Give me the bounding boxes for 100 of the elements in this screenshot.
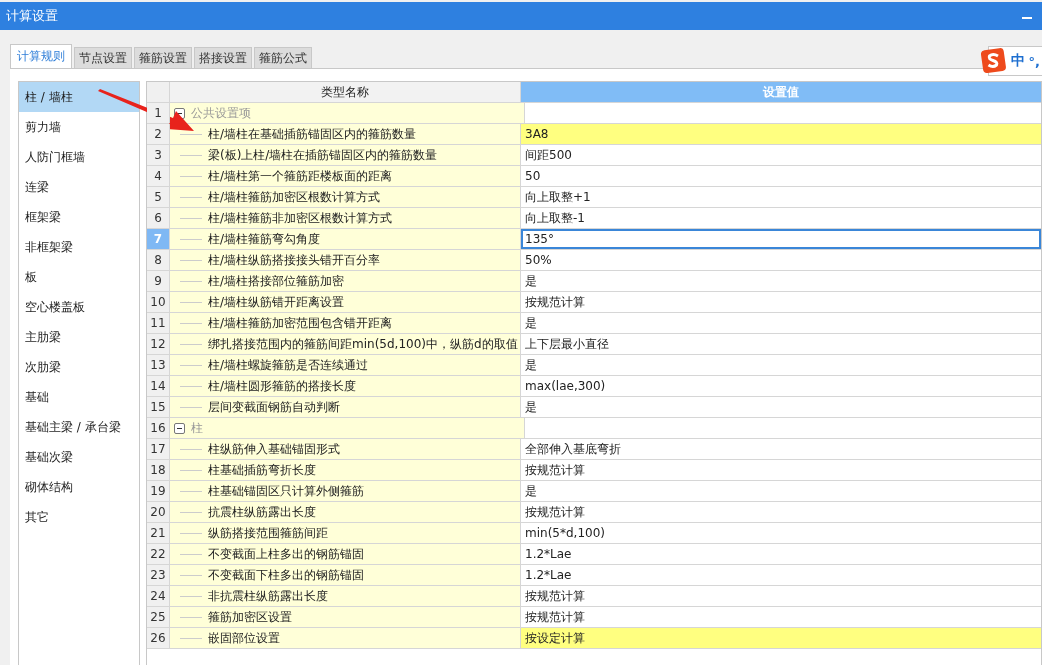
setting-name: 柱/墙柱第一个箍筋距楼板面的距离 — [208, 167, 393, 185]
value-cell[interactable]: 是 — [521, 313, 1041, 333]
sidebar-item[interactable]: 其它 — [19, 502, 139, 532]
value-cell[interactable]: 3A8 — [521, 124, 1041, 144]
value-cell[interactable]: 按规范计算 — [521, 607, 1041, 627]
setting-name: 柱/墙柱箍筋加密区根数计算方式 — [208, 188, 381, 206]
value-cell[interactable]: 按规范计算 — [521, 502, 1041, 522]
row-number: 11 — [147, 313, 170, 333]
sidebar-item[interactable]: 非框架梁 — [19, 232, 139, 262]
setting-name: 非抗震柱纵筋露出长度 — [208, 587, 328, 605]
sidebar-item[interactable]: 柱 / 墙柱 — [19, 82, 139, 112]
row-number: 25 — [147, 607, 170, 627]
row-number: 17 — [147, 439, 170, 459]
setting-name: 柱基础锚固区只计算外侧箍筋 — [208, 482, 364, 500]
value-cell[interactable]: max(lae,300) — [521, 376, 1041, 396]
sidebar-item[interactable]: 基础主梁 / 承台梁 — [19, 412, 139, 442]
value-cell[interactable]: 是 — [521, 481, 1041, 501]
sidebar-item[interactable]: 框架梁 — [19, 202, 139, 232]
row-number: 4 — [147, 166, 170, 186]
setting-name: 柱基础插筋弯折长度 — [208, 461, 316, 479]
row-number: 6 — [147, 208, 170, 228]
sidebar-item[interactable]: 连梁 — [19, 172, 139, 202]
row-number: 16 — [147, 418, 170, 438]
setting-name: 柱/墙柱在基础插筋锚固区内的箍筋数量 — [208, 125, 417, 143]
row-number: 19 — [147, 481, 170, 501]
row-number: 15 — [147, 397, 170, 417]
value-cell[interactable]: 按规范计算 — [521, 460, 1041, 480]
sidebar-item[interactable]: 主肋梁 — [19, 322, 139, 352]
setting-name: 梁(板)上柱/墙柱在插筋锚固区内的箍筋数量 — [208, 146, 438, 164]
setting-name: 柱/墙柱箍筋加密范围包含错开距离 — [208, 314, 393, 332]
row-number: 1 — [147, 103, 170, 123]
row-number: 18 — [147, 460, 170, 480]
row-number: 23 — [147, 565, 170, 585]
sidebar-item[interactable]: 基础次梁 — [19, 442, 139, 472]
value-cell[interactable]: 向上取整-1 — [521, 208, 1041, 228]
tab[interactable]: 箍筋设置 — [134, 47, 192, 68]
value-cell[interactable]: 50 — [521, 166, 1041, 186]
tab[interactable]: 箍筋公式 — [254, 47, 312, 68]
window-title: 计算设置 — [6, 7, 58, 25]
sidebar-item[interactable]: 空心楼盖板 — [19, 292, 139, 322]
setting-name: 柱/墙柱搭接部位箍筋加密 — [208, 272, 345, 290]
value-cell[interactable]: 按设定计算 — [521, 628, 1041, 648]
row-number: 2 — [147, 124, 170, 144]
value-cell[interactable]: 按规范计算 — [521, 292, 1041, 312]
setting-name: 柱纵筋伸入基础锚固形式 — [208, 440, 340, 458]
row-number: 24 — [147, 586, 170, 606]
tab[interactable]: 搭接设置 — [194, 47, 252, 68]
row-number: 13 — [147, 355, 170, 375]
row-number: 12 — [147, 334, 170, 354]
row-number: 22 — [147, 544, 170, 564]
row-number: 26 — [147, 628, 170, 648]
setting-name: 纵筋搭接范围箍筋间距 — [208, 524, 328, 542]
sidebar-item[interactable]: 人防门框墙 — [19, 142, 139, 172]
collapse-icon[interactable] — [174, 422, 185, 434]
value-cell[interactable]: 50% — [521, 250, 1041, 270]
value-cell[interactable]: 135° — [521, 229, 1041, 249]
value-cell[interactable]: 是 — [521, 397, 1041, 417]
sidebar-item[interactable]: 剪力墙 — [19, 112, 139, 142]
group-name: 柱 — [191, 419, 203, 437]
row-number: 20 — [147, 502, 170, 522]
ime-mode[interactable]: 中 — [1010, 52, 1025, 70]
setting-name: 柱/墙柱纵筋搭接接头错开百分率 — [208, 251, 381, 269]
group-name: 公共设置项 — [191, 104, 251, 122]
value-cell[interactable]: 按规范计算 — [521, 586, 1041, 606]
row-number: 5 — [147, 187, 170, 207]
value-cell[interactable]: min(5*d,100) — [521, 523, 1041, 543]
row-number: 14 — [147, 376, 170, 396]
sidebar-item[interactable]: 次肋梁 — [19, 352, 139, 382]
sidebar-item[interactable]: 板 — [19, 262, 139, 292]
setting-name: 柱/墙柱螺旋箍筋是否连续通过 — [208, 356, 369, 374]
row-number: 7 — [147, 229, 170, 249]
ime-punctuation[interactable]: °, — [1028, 53, 1040, 69]
tab[interactable]: 计算规则 — [10, 44, 72, 68]
value-cell[interactable]: 向上取整+1 — [521, 187, 1041, 207]
value-cell[interactable]: 1.2*Lae — [521, 544, 1041, 564]
row-number: 21 — [147, 523, 170, 543]
setting-name: 箍筋加密区设置 — [208, 608, 292, 626]
row-number: 3 — [147, 145, 170, 165]
column-header: 类型名称 — [170, 82, 521, 102]
setting-name: 柱/墙柱箍筋弯勾角度 — [208, 230, 321, 248]
value-cell[interactable]: 全部伸入基底弯折 — [521, 439, 1041, 459]
value-cell[interactable]: 上下层最小直径 — [521, 334, 1041, 354]
value-cell[interactable]: 是 — [521, 355, 1041, 375]
sidebar-item[interactable]: 基础 — [19, 382, 139, 412]
value-cell[interactable]: 间距500 — [521, 145, 1041, 165]
setting-name: 绑扎搭接范围内的箍筋间距min(5d,100)中，纵筋d的取值 — [208, 335, 518, 353]
value-cell[interactable]: 是 — [521, 271, 1041, 291]
setting-name: 柱/墙柱箍筋非加密区根数计算方式 — [208, 209, 393, 227]
tab[interactable]: 节点设置 — [74, 47, 132, 68]
value-cell[interactable]: 1.2*Lae — [521, 565, 1041, 585]
setting-name: 嵌固部位设置 — [208, 629, 280, 647]
sidebar-item[interactable]: 砌体结构 — [19, 472, 139, 502]
setting-name: 柱/墙柱纵筋错开距离设置 — [208, 293, 345, 311]
row-number: 9 — [147, 271, 170, 291]
setting-name: 抗震柱纵筋露出长度 — [208, 503, 316, 521]
setting-name: 不变截面上柱多出的钢筋锚固 — [208, 545, 364, 563]
row-number: 8 — [147, 250, 170, 270]
setting-name: 层间变截面钢筋自动判断 — [208, 398, 340, 416]
setting-name: 柱/墙柱圆形箍筋的搭接长度 — [208, 377, 357, 395]
ime-logo-icon[interactable] — [980, 48, 1007, 74]
